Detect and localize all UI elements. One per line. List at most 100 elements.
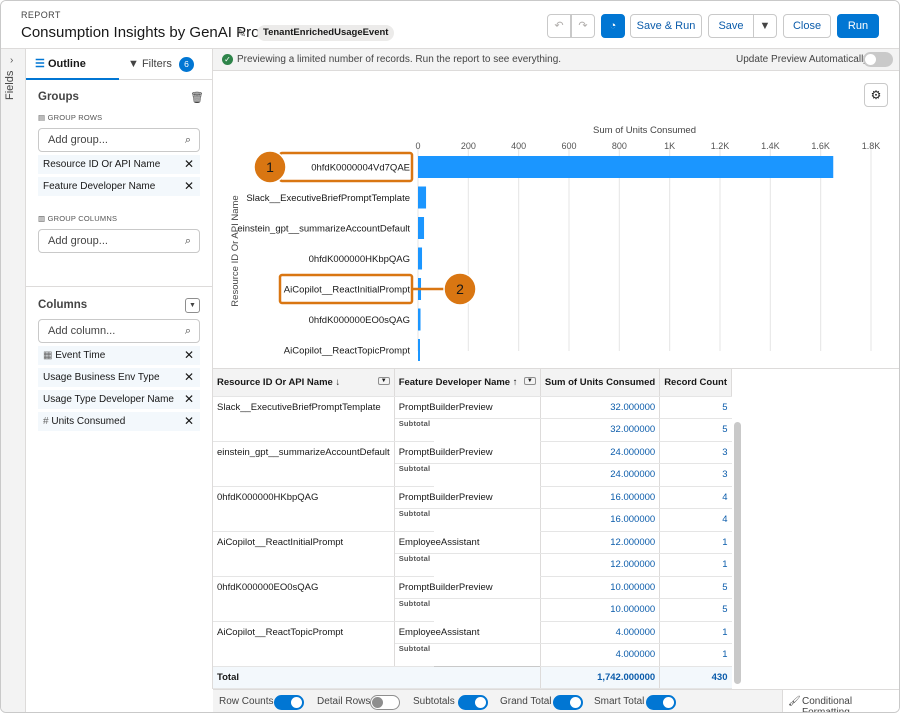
column-chip[interactable]: # Units Consumed ✕ <box>38 412 200 431</box>
cell-count[interactable]: 1 <box>659 621 732 644</box>
cell-sum[interactable]: 16.000000 <box>539 486 660 509</box>
remove-icon[interactable]: ✕ <box>184 390 194 409</box>
group-row-chip[interactable]: Resource ID Or API Name ✕ <box>38 155 200 174</box>
cell-subtotal-count[interactable]: 4 <box>659 508 732 532</box>
group-columns-text: GROUP COLUMNS <box>47 214 118 223</box>
chart-settings-button[interactable]: ⚙ <box>864 83 888 107</box>
column-label: Units Consumed <box>51 416 126 427</box>
edit-pencil-icon[interactable]: ✎ <box>237 27 246 40</box>
add-column-input[interactable]: Add column... ⌕ <box>38 319 200 343</box>
cell-subtotal-count[interactable]: 5 <box>659 418 732 442</box>
bar[interactable] <box>418 308 421 331</box>
bar[interactable] <box>418 156 834 178</box>
column-menu-icon[interactable]: ▼ <box>523 376 536 385</box>
sort-asc-icon[interactable]: ↑ <box>513 377 518 388</box>
table-scrollbar[interactable] <box>734 422 741 684</box>
add-group-columns-input[interactable]: Add group... ⌕ <box>38 229 200 253</box>
save-button[interactable]: Save <box>708 14 754 38</box>
grand-total-toggle[interactable] <box>553 695 583 710</box>
save-menu-button[interactable]: ▼ <box>753 14 777 38</box>
cell-total-sum[interactable]: 1,742.000000 <box>539 665 660 689</box>
columns-menu-button[interactable]: ▼ <box>185 298 200 313</box>
delete-icon[interactable]: 🗑 <box>190 91 204 104</box>
detail-rows-toggle[interactable] <box>370 695 400 710</box>
bar-chart: Sum of Units Consumed Resource ID Or API … <box>230 125 880 361</box>
cell-subtotal-sum[interactable]: 10.000000 <box>539 598 660 622</box>
fields-rail[interactable]: › Fields <box>1 49 26 712</box>
group-row-chip[interactable]: Feature Developer Name ✕ <box>38 177 200 196</box>
close-button[interactable]: Close <box>783 14 831 38</box>
cell-feature: EmployeeAssistant <box>394 531 541 554</box>
cell-total-count[interactable]: 430 <box>659 665 732 689</box>
col-header-feature[interactable]: Feature Developer Name ↑ ▼ <box>394 369 541 397</box>
column-label: Usage Type Developer Name <box>43 394 174 405</box>
sort-desc-icon[interactable]: ↓ <box>335 377 340 388</box>
cell-count[interactable]: 3 <box>659 441 732 464</box>
tab-outline[interactable]: ☰ Outline <box>26 49 119 80</box>
cell-sum[interactable]: 10.000000 <box>539 576 660 599</box>
expand-chevron-icon[interactable]: › <box>10 55 13 66</box>
cell-sum[interactable]: 24.000000 <box>539 441 660 464</box>
cell-subtotal-count[interactable]: 1 <box>659 553 732 577</box>
column-chip[interactable]: Usage Type Developer Name ✕ <box>38 390 200 409</box>
subtotals-toggle[interactable] <box>458 695 488 710</box>
cell-count[interactable]: 4 <box>659 486 732 509</box>
bar[interactable] <box>418 217 425 239</box>
col-header-resource[interactable]: Resource ID Or API Name ↓ ▼ <box>213 369 395 397</box>
col-header-sum[interactable]: Sum of Units Consumed <box>540 369 661 397</box>
detail-rows-label: Detail Rows <box>317 696 371 707</box>
cell-subtotal-count[interactable]: 1 <box>659 643 732 667</box>
cell-subtotal-count[interactable]: 5 <box>659 598 732 622</box>
panel-tabs: ☰ Outline ▼ Filters 6 <box>26 49 213 80</box>
redo-button[interactable]: ↷ <box>571 14 595 38</box>
tab-outline-label: Outline <box>47 58 86 70</box>
row-counts-toggle[interactable] <box>274 695 304 710</box>
cell-subtotal-sum[interactable]: 32.000000 <box>539 418 660 442</box>
undo-button[interactable]: ↶ <box>547 14 571 38</box>
filter-icon: ▼ <box>128 58 139 70</box>
y-tick-label: AiCopilot__ReactInitialPrompt <box>284 285 411 296</box>
bar[interactable] <box>418 247 423 270</box>
cell-count[interactable]: 5 <box>659 396 732 419</box>
bar[interactable] <box>418 186 427 209</box>
add-group-rows-input[interactable]: Add group... ⌕ <box>38 128 200 152</box>
smart-total-toggle[interactable] <box>646 695 676 710</box>
cell-subtotal-sum[interactable]: 4.000000 <box>539 643 660 667</box>
add-chart-button[interactable]: ◔ <box>601 14 625 38</box>
remove-icon[interactable]: ✕ <box>184 368 194 387</box>
toggle-knob <box>372 697 383 708</box>
save-and-run-button[interactable]: Save & Run <box>630 14 702 38</box>
cell-subtotal-sum[interactable]: 16.000000 <box>539 508 660 532</box>
column-menu-icon[interactable]: ▼ <box>377 376 390 385</box>
column-chip[interactable]: ▦ Event Time ✕ <box>38 346 200 365</box>
cell-count[interactable]: 1 <box>659 531 732 554</box>
group-row-label: Resource ID Or API Name <box>43 159 161 170</box>
cell-subtotal-sum[interactable]: 12.000000 <box>539 553 660 577</box>
cell-sum[interactable]: 32.000000 <box>539 396 660 419</box>
add-column-placeholder: Add column... <box>48 325 116 337</box>
cell-count[interactable]: 5 <box>659 576 732 599</box>
bar[interactable] <box>418 339 420 361</box>
cell-subtotal-sum[interactable]: 24.000000 <box>539 463 660 487</box>
col-header-count[interactable]: Record Count <box>659 369 732 397</box>
remove-icon[interactable]: ✕ <box>184 155 194 174</box>
cell-subtotal-label: Subtotal <box>394 554 435 577</box>
run-button[interactable]: Run <box>837 14 879 38</box>
remove-icon[interactable]: ✕ <box>184 177 194 196</box>
conditional-formatting-button[interactable]: 🖌 Conditional Formatting <box>782 690 899 712</box>
toggle-knob <box>475 697 486 708</box>
cell-sum[interactable]: 4.000000 <box>539 621 660 644</box>
col-header-feature-label: Feature Developer Name <box>398 376 511 388</box>
x-tick-label: 800 <box>612 141 627 151</box>
cell-subtotal-count[interactable]: 3 <box>659 463 732 487</box>
cell-sum[interactable]: 12.000000 <box>539 531 660 554</box>
group-rows-text: GROUP ROWS <box>47 113 103 122</box>
remove-icon[interactable]: ✕ <box>184 412 194 431</box>
column-chip[interactable]: Usage Business Env Type ✕ <box>38 368 200 387</box>
number-icon: # <box>43 416 49 427</box>
remove-icon[interactable]: ✕ <box>184 346 194 365</box>
cell-resource: Slack__ExecutiveBriefPromptTemplate <box>213 396 395 442</box>
auto-update-toggle[interactable] <box>863 52 893 67</box>
tab-filters[interactable]: ▼ Filters 6 <box>128 49 213 80</box>
cell-feature: PromptBuilderPreview <box>394 576 541 599</box>
